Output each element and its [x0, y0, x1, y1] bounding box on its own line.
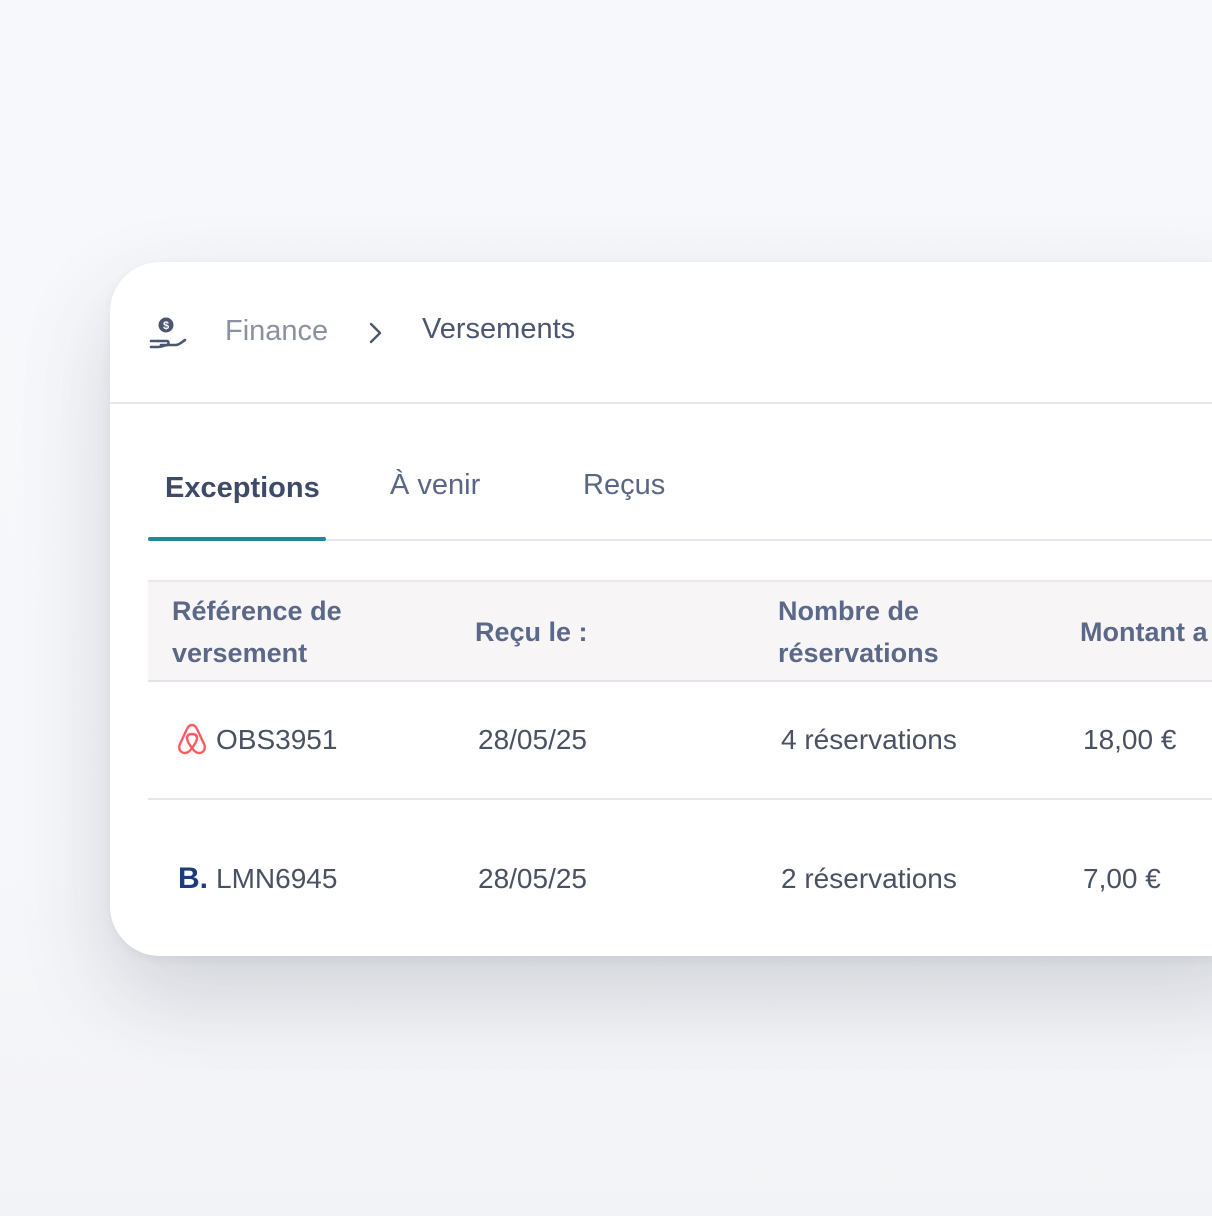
payout-reference: LMN6945 — [216, 863, 338, 894]
tab-exceptions[interactable]: Exceptions — [165, 472, 320, 505]
payout-received-date: 28/05/25 — [478, 863, 587, 894]
breadcrumb-finance-link[interactable]: Finance — [225, 315, 328, 348]
payouts-table: Référence de versement Reçu le : Nombre … — [148, 580, 1212, 916]
column-header-reference[interactable]: Référence de versement — [172, 590, 402, 674]
hand-money-icon: $ — [149, 317, 187, 349]
breadcrumb: $ Finance Versements — [110, 262, 1212, 404]
payout-bookings: 2 réservations — [781, 863, 957, 894]
payouts-card: $ Finance Versements Exceptions À venir … — [110, 262, 1212, 956]
table-row[interactable]: B. LMN6945 28/05/25 2 réservations 7,00 … — [148, 800, 1212, 916]
airbnb-icon — [178, 723, 206, 755]
column-header-received[interactable]: Reçu le : — [475, 611, 588, 653]
column-header-amount[interactable]: Montant a — [1080, 611, 1208, 653]
payout-amount: 18,00 € — [1083, 724, 1177, 755]
chevron-right-icon — [369, 322, 382, 344]
tab-bar: Exceptions À venir Reçus — [148, 452, 1212, 541]
payout-amount: 7,00 € — [1083, 863, 1161, 894]
booking-icon: B. — [178, 862, 208, 895]
breadcrumb-current: Versements — [422, 313, 576, 345]
tab-a-venir[interactable]: À venir — [390, 469, 480, 502]
svg-text:$: $ — [163, 320, 169, 332]
active-tab-indicator — [148, 537, 326, 541]
column-header-bookings[interactable]: Nombre de réservations — [778, 590, 978, 674]
tab-recus[interactable]: Reçus — [583, 469, 665, 502]
table-row[interactable]: OBS3951 28/05/25 4 réservations 18,00 € — [148, 682, 1212, 800]
payout-reference: OBS3951 — [216, 724, 338, 755]
payout-received-date: 28/05/25 — [478, 724, 587, 755]
payout-bookings: 4 réservations — [781, 724, 957, 755]
table-header: Référence de versement Reçu le : Nombre … — [148, 580, 1212, 682]
